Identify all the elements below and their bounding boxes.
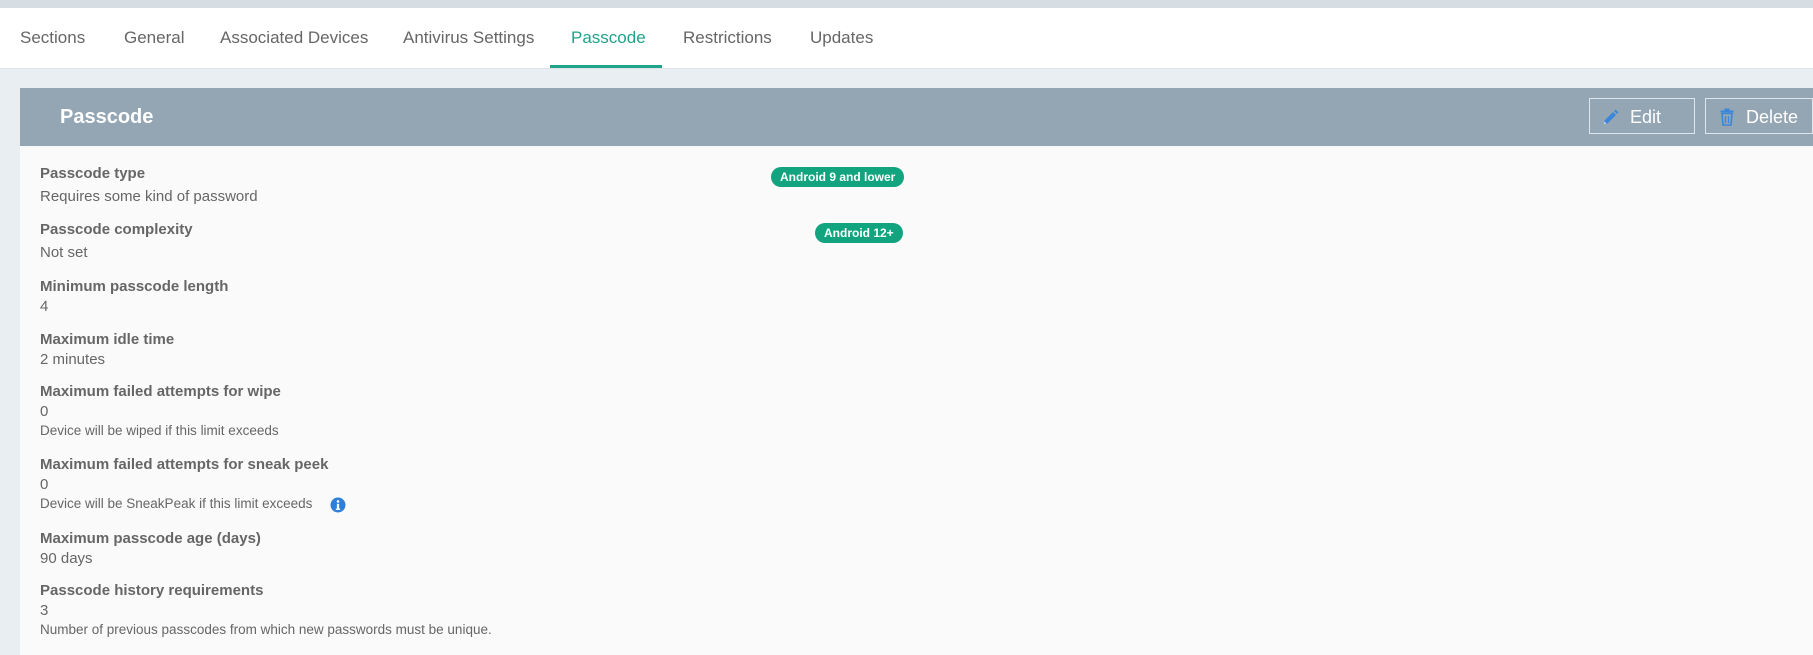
field-value: 90 days	[40, 550, 93, 567]
field-label: Passcode type	[40, 165, 146, 182]
field-note: Device will be wiped if this limit excee…	[40, 423, 279, 438]
delete-label: Delete	[1746, 107, 1799, 127]
field-label: Maximum idle time	[40, 331, 175, 348]
tab-bar: Sections General Associated Devices Anti…	[0, 8, 1813, 69]
tab-updates[interactable]: Updates	[810, 8, 873, 68]
max-age-field: Maximum passcode age (days) 90 days	[40, 530, 261, 567]
panel-header: Passcode Edit Delete	[20, 88, 1813, 146]
trash-icon	[1720, 108, 1734, 126]
field-label: Maximum failed attempts for wipe	[40, 383, 281, 400]
field-label: Passcode complexity	[40, 221, 193, 238]
field-value: 4	[40, 298, 49, 315]
tab-antivirus-settings[interactable]: Antivirus Settings	[403, 8, 534, 68]
min-length-field: Minimum passcode length 4	[40, 278, 228, 315]
history-field: Passcode history requirements 3 Number o…	[40, 582, 492, 637]
field-note: Number of previous passcodes from which …	[40, 622, 492, 637]
field-label: Passcode history requirements	[40, 582, 264, 599]
tab-associated-devices[interactable]: Associated Devices	[220, 8, 368, 68]
android12-badge: Android 12+	[815, 223, 903, 243]
field-value: Not set	[40, 244, 88, 261]
edit-label: Edit	[1630, 107, 1662, 127]
top-bar	[0, 0, 1813, 8]
info-icon[interactable]	[330, 497, 346, 513]
passcode-complexity-field: Passcode complexity Not set	[40, 221, 193, 261]
edit-button[interactable]: Edit	[1589, 98, 1695, 134]
tab-passcode[interactable]: Passcode	[571, 8, 646, 68]
field-label: Maximum passcode age (days)	[40, 530, 261, 547]
max-failed-wipe-field: Maximum failed attempts for wipe 0 Devic…	[40, 383, 281, 438]
field-value: 2 minutes	[40, 351, 106, 368]
max-failed-sneak-field: Maximum failed attempts for sneak peek 0…	[40, 456, 328, 511]
passcode-panel: Passcode Edit Delete Android 9 and lower…	[20, 88, 1813, 655]
active-tab-indicator	[550, 65, 662, 68]
tab-sections[interactable]: Sections	[20, 8, 85, 68]
field-value: Requires some kind of password	[40, 188, 258, 205]
field-value: 0	[40, 403, 49, 420]
panel-title: Passcode	[60, 106, 154, 128]
field-note: Device will be SneakPeak if this limit e…	[40, 496, 313, 511]
field-value: 3	[40, 602, 49, 619]
field-value: 0	[40, 476, 49, 493]
tab-general[interactable]: General	[124, 8, 184, 68]
field-label: Minimum passcode length	[40, 278, 229, 295]
max-idle-field: Maximum idle time 2 minutes	[40, 331, 174, 368]
passcode-type-field: Passcode type Requires some kind of pass…	[40, 165, 258, 205]
android9-badge: Android 9 and lower	[771, 167, 905, 187]
pencil-icon	[1604, 109, 1619, 124]
tab-restrictions[interactable]: Restrictions	[683, 8, 772, 68]
delete-button[interactable]: Delete	[1705, 98, 1813, 134]
field-label: Maximum failed attempts for sneak peek	[40, 456, 329, 473]
